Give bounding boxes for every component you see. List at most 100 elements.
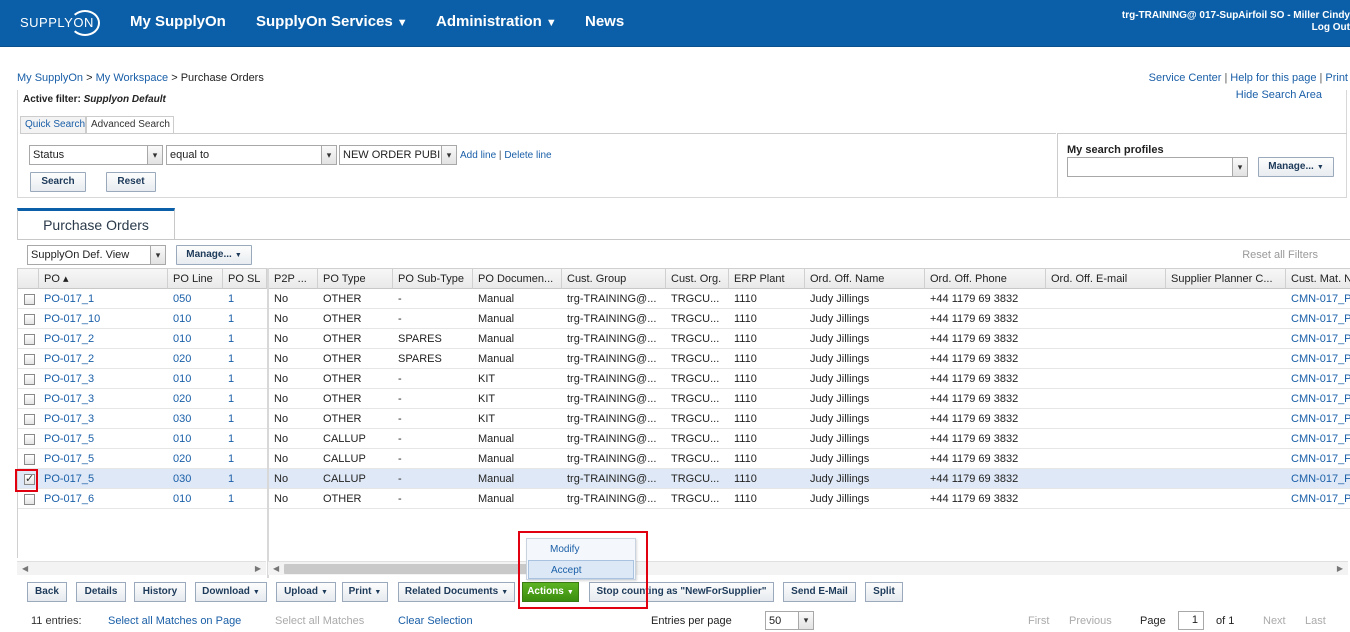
toolbar-button-download[interactable]: Download ▼ bbox=[195, 582, 267, 602]
column-header-supplier-planner[interactable]: Supplier Planner C... bbox=[1166, 268, 1286, 289]
cell-po-line[interactable]: 030 bbox=[168, 469, 223, 489]
delete-line-link[interactable]: Delete line bbox=[504, 150, 551, 161]
cell-po-sl[interactable]: 1 bbox=[223, 289, 267, 309]
cell-po-line[interactable]: 030 bbox=[168, 409, 223, 429]
cell-cust-mat[interactable]: CMN-017_P bbox=[1286, 329, 1350, 349]
column-header-po[interactable]: PO ▴ bbox=[39, 268, 168, 289]
filter-value-select[interactable]: NEW ORDER PUBI ▾ bbox=[339, 145, 457, 165]
column-header-po-line[interactable]: PO Line bbox=[168, 268, 223, 289]
column-header-cust-group[interactable]: Cust. Group bbox=[562, 268, 666, 289]
row-checkbox[interactable] bbox=[24, 494, 35, 505]
cell-cust-mat[interactable]: CMN-017_P bbox=[1286, 389, 1350, 409]
column-header-po-sl[interactable]: PO SL bbox=[223, 268, 267, 289]
row-checkbox[interactable] bbox=[24, 334, 35, 345]
cell-po-sl[interactable]: 1 bbox=[223, 349, 267, 369]
nav-supplyon-services[interactable]: SupplyOn Services ▼ bbox=[256, 0, 408, 47]
scroll-right-icon[interactable]: ▶ bbox=[255, 562, 261, 576]
page-number-input[interactable]: 1 bbox=[1178, 611, 1204, 630]
service-center-link[interactable]: Service Center bbox=[1149, 72, 1222, 84]
toolbar-button-related-documents[interactable]: Related Documents ▼ bbox=[398, 582, 515, 602]
column-header-cust-mat[interactable]: Cust. Mat. N bbox=[1286, 268, 1350, 289]
cell-po[interactable]: PO-017_5 bbox=[39, 449, 168, 469]
column-header-po-sub-type[interactable]: PO Sub-Type bbox=[393, 268, 473, 289]
cell-po-line[interactable]: 010 bbox=[168, 489, 223, 509]
cell-cust-mat[interactable]: CMN-017_P bbox=[1286, 409, 1350, 429]
view-select[interactable]: SupplyOn Def. View ▾ bbox=[27, 245, 166, 265]
column-header-ord-off-name[interactable]: Ord. Off. Name bbox=[805, 268, 925, 289]
row-checkbox[interactable] bbox=[24, 394, 35, 405]
cell-po-line[interactable]: 020 bbox=[168, 389, 223, 409]
toolbar-button-print[interactable]: Print ▼ bbox=[342, 582, 388, 602]
scroll-left-icon[interactable]: ◀ bbox=[273, 562, 279, 576]
cell-cust-mat[interactable]: CMN-017_F bbox=[1286, 449, 1350, 469]
row-checkbox[interactable] bbox=[24, 354, 35, 365]
cell-po[interactable]: PO-017_3 bbox=[39, 389, 168, 409]
cell-po[interactable]: PO-017_3 bbox=[39, 369, 168, 389]
breadcrumb-my-workspace[interactable]: My Workspace bbox=[96, 72, 169, 84]
cell-po[interactable]: PO-017_5 bbox=[39, 429, 168, 449]
row-checkbox[interactable] bbox=[24, 294, 35, 305]
toolbar-button-details[interactable]: Details bbox=[76, 582, 126, 602]
row-checkbox[interactable] bbox=[24, 314, 35, 325]
select-page-matches-link[interactable]: Select all Matches on Page bbox=[108, 612, 241, 630]
cell-po[interactable]: PO-017_3 bbox=[39, 409, 168, 429]
cell-po[interactable]: PO-017_2 bbox=[39, 349, 168, 369]
cell-po-sl[interactable]: 1 bbox=[223, 329, 267, 349]
table-row[interactable]: PO-017_1 050 1 No OTHER - Manual trg-TRAINING@.… bbox=[18, 289, 1350, 309]
cell-po-sl[interactable]: 1 bbox=[223, 429, 267, 449]
cell-po-sl[interactable]: 1 bbox=[223, 309, 267, 329]
cell-po-sl[interactable]: 1 bbox=[223, 469, 267, 489]
reset-all-filters-link[interactable]: Reset all Filters bbox=[1242, 249, 1318, 261]
clear-selection-link[interactable]: Clear Selection bbox=[398, 612, 473, 630]
nav-administration[interactable]: Administration ▼ bbox=[436, 0, 557, 47]
cell-po[interactable]: PO-017_5 bbox=[39, 469, 168, 489]
table-row[interactable]: PO-017_5 010 1 No CALLUP - Manual trg-TRAINING@… bbox=[18, 429, 1350, 449]
cell-po-line[interactable]: 020 bbox=[168, 449, 223, 469]
table-row[interactable]: PO-017_3 020 1 No OTHER - KIT trg-TRAINING@... T… bbox=[18, 389, 1350, 409]
column-header-ord-off-phone[interactable]: Ord. Off. Phone bbox=[925, 268, 1046, 289]
cell-po-sl[interactable]: 1 bbox=[223, 409, 267, 429]
cell-cust-mat[interactable]: CMN-017_F bbox=[1286, 469, 1350, 489]
cell-cust-mat[interactable]: CMN-017_P bbox=[1286, 369, 1350, 389]
column-header-ord-off-email[interactable]: Ord. Off. E-mail bbox=[1046, 268, 1166, 289]
column-header-po-type[interactable]: PO Type bbox=[318, 268, 393, 289]
nav-news[interactable]: News bbox=[585, 0, 624, 47]
table-row[interactable]: PO-017_50301 No CALLUP - Manual trg-TRAINING@… bbox=[18, 469, 1350, 489]
column-header-po-document[interactable]: PO Documen... bbox=[473, 268, 562, 289]
scroll-right-icon[interactable]: ▶ bbox=[1337, 562, 1343, 576]
table-row[interactable]: PO-017_2 020 1 No OTHER SPARES Manual trg-TRAIN… bbox=[18, 349, 1350, 369]
cell-po-line[interactable]: 010 bbox=[168, 369, 223, 389]
cell-po-line[interactable]: 050 bbox=[168, 289, 223, 309]
table-row[interactable]: PO-017_2 010 1 No OTHER SPARES Manual trg-TRAIN… bbox=[18, 329, 1350, 349]
cell-po-line[interactable]: 020 bbox=[168, 349, 223, 369]
cell-cust-mat[interactable]: CMN-017_P bbox=[1286, 289, 1350, 309]
toolbar-button-history[interactable]: History bbox=[134, 582, 186, 602]
tab-quick-search[interactable]: Quick Search bbox=[20, 116, 86, 133]
column-header-cust-org[interactable]: Cust. Org. bbox=[666, 268, 729, 289]
cell-po[interactable]: PO-017_6 bbox=[39, 489, 168, 509]
row-checkbox[interactable] bbox=[24, 414, 35, 425]
toolbar-button-back[interactable]: Back bbox=[27, 582, 67, 602]
table-row[interactable]: PO-017_3 010 1 No OTHER - KIT trg-TRAINING@... T… bbox=[18, 369, 1350, 389]
add-line-link[interactable]: Add line bbox=[460, 150, 496, 161]
manage-profiles-button[interactable]: Manage... ▼ bbox=[1258, 157, 1334, 177]
row-checkbox[interactable] bbox=[24, 454, 35, 465]
horizontal-scrollbar-frozen[interactable]: ◀ ▶ bbox=[17, 561, 266, 575]
nav-my-supplyon[interactable]: My SupplyOn bbox=[130, 0, 226, 47]
cell-po-sl[interactable]: 1 bbox=[223, 449, 267, 469]
table-row[interactable]: PO-017_5 020 1 No CALLUP - Manual trg-TRAINING@… bbox=[18, 449, 1350, 469]
search-button[interactable]: Search bbox=[30, 172, 86, 192]
manage-view-button[interactable]: Manage... ▼ bbox=[176, 245, 252, 265]
table-row[interactable]: PO-017_3 030 1 No OTHER - KIT trg-TRAINING@... T… bbox=[18, 409, 1350, 429]
cell-cust-mat[interactable]: CMN-017_F bbox=[1286, 429, 1350, 449]
help-link[interactable]: Help for this page bbox=[1230, 72, 1316, 84]
breadcrumb-my-supplyon[interactable]: My SupplyOn bbox=[17, 72, 83, 84]
cell-cust-mat[interactable]: CMN-017_P bbox=[1286, 489, 1350, 509]
table-row[interactable]: PO-017_10 010 1 No OTHER - Manual trg-TRAINING@… bbox=[18, 309, 1350, 329]
cell-po[interactable]: PO-017_1 bbox=[39, 289, 168, 309]
cell-po-line[interactable]: 010 bbox=[168, 429, 223, 449]
horizontal-scrollbar[interactable]: ◀ ▶ bbox=[268, 561, 1348, 575]
entries-per-page-select[interactable]: 50 ▾ bbox=[765, 611, 814, 630]
filter-operator-select[interactable]: equal to ▾ bbox=[166, 145, 337, 165]
search-profile-select[interactable]: ▾ bbox=[1067, 157, 1248, 177]
